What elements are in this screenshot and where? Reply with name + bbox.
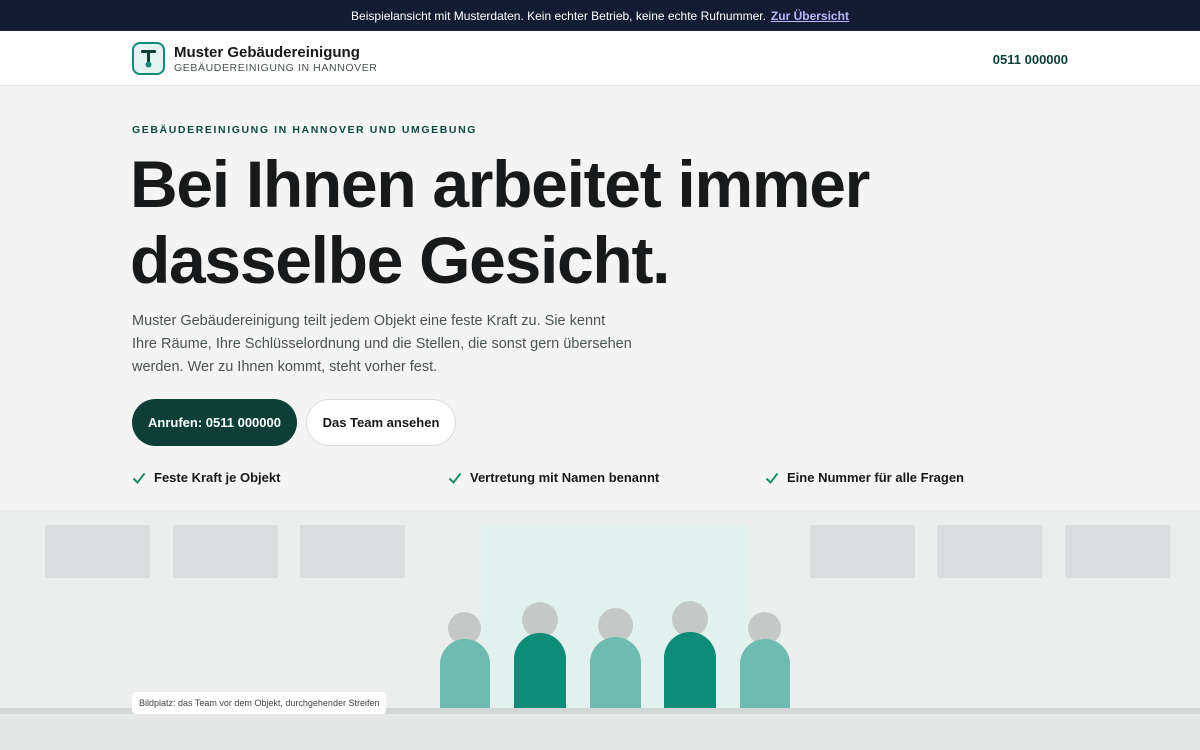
- team-member-figure: [514, 602, 566, 709]
- hero-headline-line2: dasselbe Gesicht.: [130, 223, 670, 297]
- brand-name[interactable]: Muster Gebäudereinigung: [174, 44, 360, 61]
- feature-item: Eine Nummer für alle Fragen: [765, 470, 964, 485]
- demo-banner: Beispielansicht mit Musterdaten. Kein ec…: [0, 0, 1200, 31]
- building-window: [810, 525, 915, 578]
- check-icon: [765, 471, 779, 485]
- team-member-figure: [590, 608, 641, 709]
- team-illustration: Bildplatz: das Team vor dem Objekt, durc…: [0, 510, 1200, 750]
- building-window: [300, 525, 405, 578]
- building-window: [173, 525, 278, 578]
- team-member-figure: [664, 601, 716, 709]
- check-icon: [448, 471, 462, 485]
- hero-lead: Muster Gebäudereinigung teilt jedem Obje…: [132, 313, 632, 375]
- building-window: [45, 525, 150, 578]
- feature-label: Vertretung mit Namen benannt: [470, 470, 660, 485]
- feature-item: Vertretung mit Namen benannt: [448, 470, 659, 485]
- hero-headline-line1: Bei Ihnen arbeitet immer: [130, 147, 870, 221]
- logo-icon[interactable]: [132, 42, 165, 75]
- call-button[interactable]: Anrufen: 0511 000000: [132, 399, 297, 446]
- team-member-figure: [440, 612, 490, 709]
- view-team-button[interactable]: Das Team ansehen: [306, 399, 456, 446]
- check-icon: [132, 471, 146, 485]
- hero-eyebrow: GEBÄUDEREINIGUNG IN HANNOVER UND UMGEBUN…: [132, 124, 478, 136]
- team-member-figure: [740, 612, 790, 709]
- header-phone-link[interactable]: 0511 000000: [993, 52, 1068, 67]
- building-window: [937, 525, 1042, 578]
- brand-tagline: GEBÄUDEREINIGUNG IN HANNOVER: [174, 62, 378, 74]
- feature-item: Feste Kraft je Objekt: [132, 470, 280, 485]
- feature-label: Eine Nummer für alle Fragen: [787, 470, 964, 485]
- feature-label: Feste Kraft je Objekt: [154, 470, 281, 485]
- demo-banner-text: Beispielansicht mit Musterdaten. Kein ec…: [351, 8, 766, 23]
- hero-headline: Bei Ihnen arbeitet immer dasselbe Gesich…: [130, 146, 1030, 298]
- ground-strip: [0, 714, 1200, 750]
- building-window: [1065, 525, 1170, 578]
- overview-link[interactable]: Zur Übersicht: [771, 9, 849, 23]
- image-placeholder-caption: Bildplatz: das Team vor dem Objekt, durc…: [132, 692, 387, 714]
- site-header: Muster Gebäudereinigung GEBÄUDEREINIGUNG…: [0, 31, 1200, 86]
